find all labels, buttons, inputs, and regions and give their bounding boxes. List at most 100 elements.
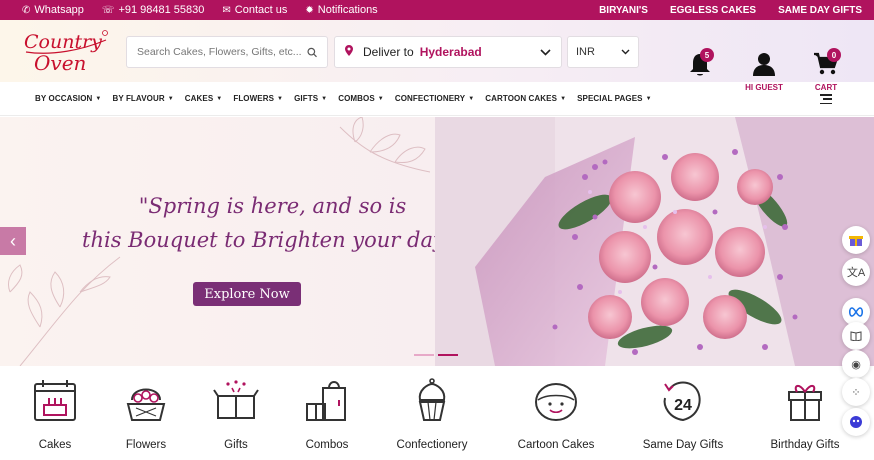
category-label: Flowers xyxy=(125,439,167,451)
nav-label: CARTOON CAKES xyxy=(485,94,558,103)
category-strip: Cakes Flowers Gifts Combos Confectionery… xyxy=(0,368,874,460)
cartoon-cake-icon xyxy=(535,383,577,421)
whatsapp-label: Whatsapp xyxy=(34,4,84,16)
nav-label: CONFECTIONERY xyxy=(394,94,466,103)
cupcake-icon xyxy=(418,378,446,421)
location-pin-icon xyxy=(345,45,353,59)
nav-item-by-occasion[interactable]: BY OCCASION ▼ xyxy=(35,94,101,103)
contact-link[interactable]: ✉ Contact us xyxy=(222,4,287,16)
caret-down-icon: ▼ xyxy=(377,95,384,102)
caret-down-icon: ▼ xyxy=(645,95,652,102)
category-label: Cartoon Cakes xyxy=(517,439,595,451)
shopping-bag-gift-icon xyxy=(306,381,346,421)
notifications-link[interactable]: ✹ Notifications xyxy=(305,4,377,16)
category-birthday-gifts[interactable]: Birthday Gifts xyxy=(764,376,846,451)
caret-down-icon: ▼ xyxy=(560,95,567,102)
chevron-down-icon xyxy=(540,45,551,59)
nav-label: COMBOS xyxy=(338,94,375,103)
nav-item-cakes[interactable]: CAKES ▼ xyxy=(185,94,223,103)
mail-icon: ✉ xyxy=(222,4,231,16)
caret-down-icon: ▼ xyxy=(167,95,174,102)
currency-value: INR xyxy=(576,46,595,58)
header: Country Oven Deliver to Hyderabad INR 5 xyxy=(0,20,874,92)
notifications-button[interactable]: 5 xyxy=(688,48,716,80)
account-button[interactable]: HI GUEST xyxy=(742,52,786,92)
logo-text-country: Country xyxy=(24,31,102,53)
category-label: Same Day Gifts xyxy=(642,439,724,451)
phone-icon: ☏ xyxy=(101,4,115,16)
nav-item-flowers[interactable]: FLOWERS ▼ xyxy=(233,94,283,103)
contact-label: Contact us xyxy=(234,4,288,16)
nav-item-special-pages[interactable]: SPECIAL PAGES ▼ xyxy=(577,94,652,103)
delivery-location-select[interactable]: Deliver to Hyderabad xyxy=(334,36,562,68)
notifications-label: Notifications xyxy=(317,4,378,16)
top-bar: ✆ Whatsapp ☏ +91 98481 55830 ✉ Contact u… xyxy=(0,0,874,20)
explore-now-button[interactable]: Explore Now xyxy=(193,282,301,306)
category-label: Gifts xyxy=(224,439,248,451)
user-label: HI GUEST xyxy=(745,83,783,92)
category-cakes[interactable]: Cakes xyxy=(31,376,79,451)
nav-item-confectionery[interactable]: CONFECTIONERY ▼ xyxy=(395,94,474,103)
chevron-left-icon: ‹ xyxy=(10,230,16,251)
nav-label: CAKES xyxy=(184,94,214,103)
category-confectionery[interactable]: Confectionery xyxy=(392,376,472,451)
caret-down-icon: ▼ xyxy=(277,95,284,102)
currency-select[interactable]: INR xyxy=(567,36,639,68)
carousel-dot[interactable] xyxy=(414,354,434,356)
nav-item-cartoon-cakes[interactable]: CARTOON CAKES ▼ xyxy=(485,94,566,103)
cart-label: CART xyxy=(814,83,838,92)
nav-item-gifts[interactable]: GIFTS ▼ xyxy=(294,94,327,103)
category-flowers[interactable]: Flowers xyxy=(121,376,171,451)
caret-down-icon: ▼ xyxy=(95,95,102,102)
gift-icon[interactable] xyxy=(842,226,870,254)
gift-box-icon xyxy=(213,380,259,419)
category-label: Confectionery xyxy=(396,439,468,451)
category-label: Combos xyxy=(305,439,349,451)
category-gifts[interactable]: Gifts xyxy=(212,376,260,451)
calendar-cake-icon xyxy=(34,380,76,421)
deliver-city: Hyderabad xyxy=(419,45,482,59)
topbar-link-same-day-gifts[interactable]: SAME DAY GIFTS xyxy=(778,5,862,16)
nav-label: BY OCCASION xyxy=(35,94,93,103)
notification-count-badge: 5 xyxy=(700,48,714,62)
topbar-link-biryanis[interactable]: BIRYANI'S xyxy=(599,5,648,16)
category-same-day-gifts[interactable]: 24 Same Day Gifts xyxy=(638,376,728,451)
svg-text:24: 24 xyxy=(674,397,692,414)
nav-label: SPECIAL PAGES xyxy=(577,94,643,103)
carousel-dot-active[interactable] xyxy=(438,354,458,356)
phone-number: +91 98481 55830 xyxy=(118,4,205,16)
search-icon[interactable] xyxy=(307,47,317,58)
whatsapp-icon: ✆ xyxy=(22,4,31,16)
category-combos[interactable]: Combos xyxy=(303,376,351,451)
flower-basket-icon xyxy=(126,388,166,421)
cart-count-badge: 0 xyxy=(827,48,841,62)
book-icon[interactable] xyxy=(842,322,870,350)
search-input[interactable] xyxy=(137,46,307,58)
cart-button[interactable]: 0 CART xyxy=(808,48,844,92)
carousel-indicators xyxy=(414,354,458,356)
caret-down-icon: ▼ xyxy=(321,95,328,102)
bouquet-image xyxy=(435,117,874,366)
country-oven-logo[interactable]: Country Oven xyxy=(22,26,112,76)
caret-down-icon: ▼ xyxy=(468,95,475,102)
carousel-prev-button[interactable]: ‹ xyxy=(0,227,26,255)
hero-banner: "Spring is here, and so is this Bouquet … xyxy=(0,117,874,366)
nav-item-combos[interactable]: COMBOS ▼ xyxy=(338,94,384,103)
search-box[interactable] xyxy=(126,36,328,68)
deliver-label: Deliver to xyxy=(363,45,414,59)
nav-item-by-flavour[interactable]: BY FLAVOUR ▼ xyxy=(112,94,173,103)
whatsapp-link[interactable]: ✆ Whatsapp xyxy=(22,4,84,16)
translate-icon[interactable]: 文A xyxy=(842,258,870,286)
24-hours-clock-icon: 24 xyxy=(663,381,701,422)
topbar-link-eggless-cakes[interactable]: EGGLESS CAKES xyxy=(670,5,756,16)
category-label: Cakes xyxy=(38,439,72,451)
nav-label: FLOWERS xyxy=(233,94,275,103)
nav-label: BY FLAVOUR xyxy=(112,94,165,103)
caret-down-icon: ▼ xyxy=(216,95,223,102)
user-icon xyxy=(753,53,775,76)
menu-icon[interactable] xyxy=(820,94,832,104)
phone-link[interactable]: ☏ +91 98481 55830 xyxy=(102,4,204,16)
birthday-gift-icon xyxy=(788,385,822,421)
category-cartoon-cakes[interactable]: Cartoon Cakes xyxy=(512,376,600,451)
chevron-down-icon xyxy=(621,46,630,58)
